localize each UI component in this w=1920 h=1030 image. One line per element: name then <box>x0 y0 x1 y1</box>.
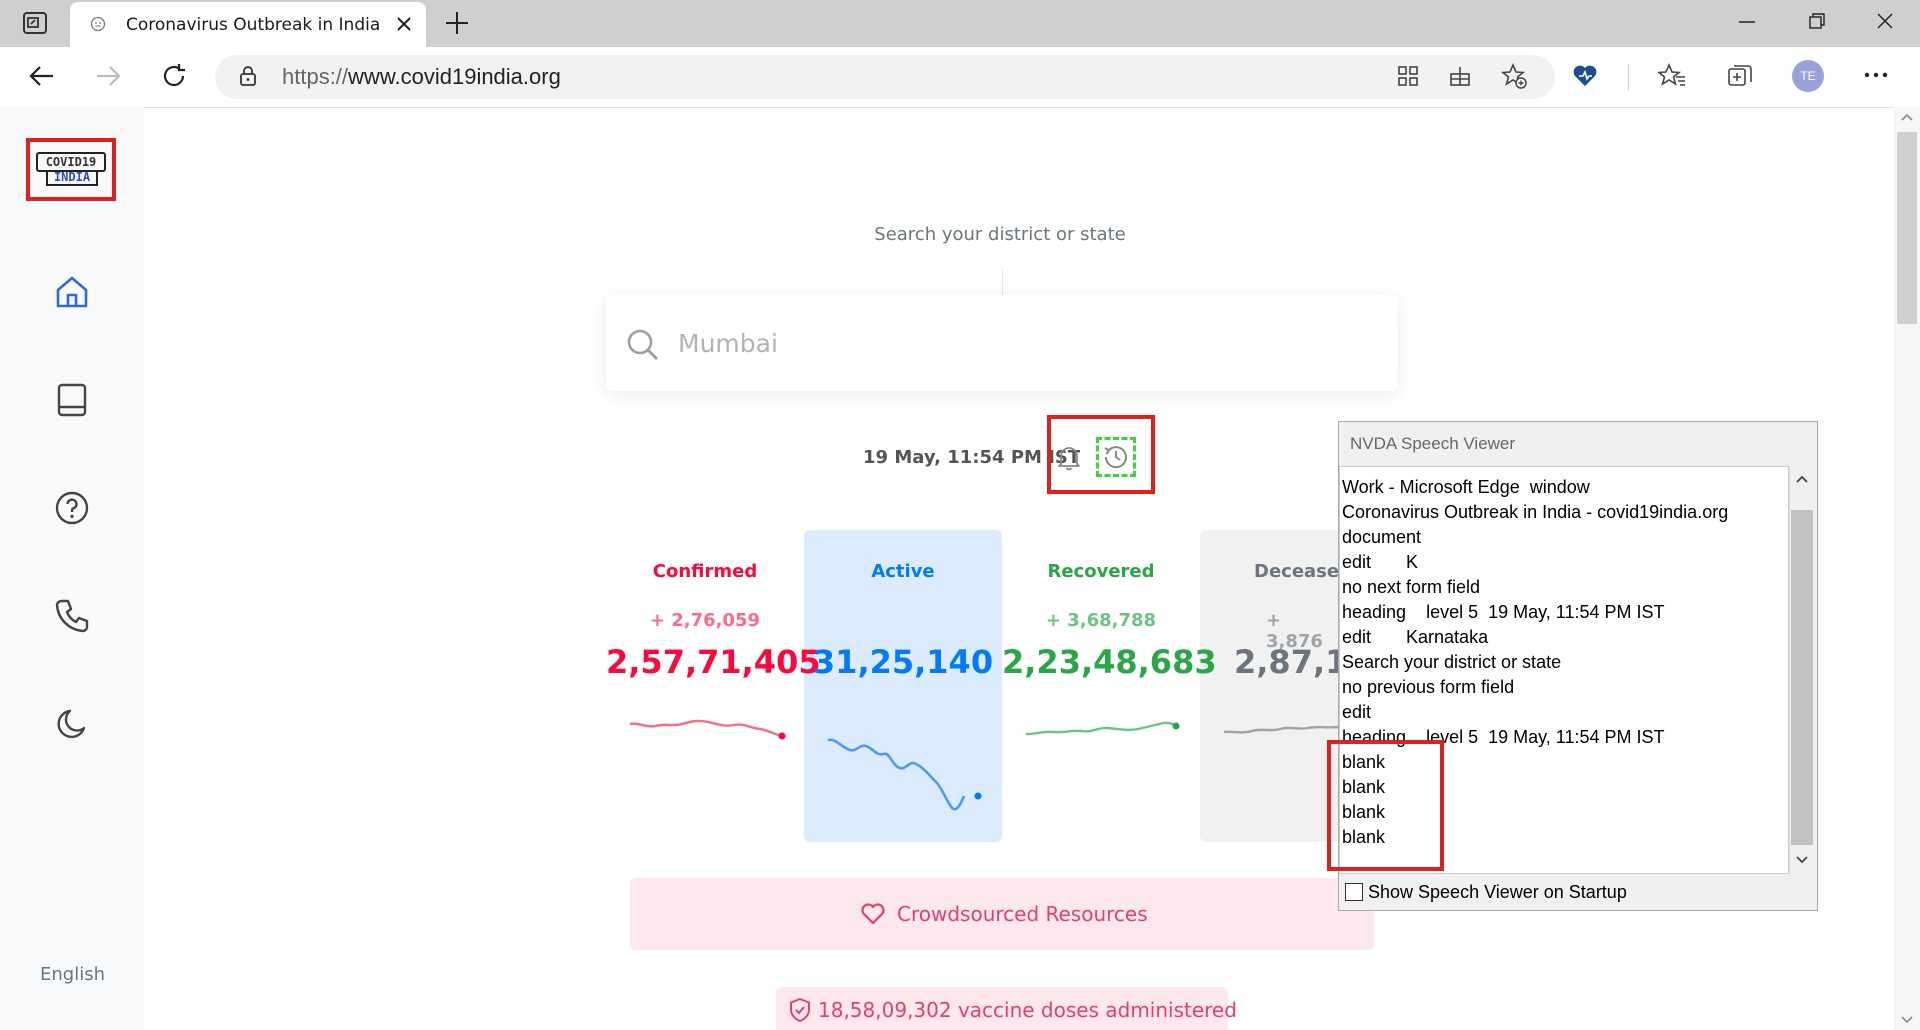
stat-delta-confirmed: + 2,76,059 <box>649 610 761 631</box>
scroll-up-arrow-icon[interactable] <box>1900 112 1914 122</box>
minimize-icon[interactable] <box>1738 20 1756 24</box>
show-on-startup-label: Show Speech Viewer on Startup <box>1368 882 1627 902</box>
nvda-log-line: edit K <box>1342 552 1419 572</box>
lock-icon[interactable] <box>238 65 258 87</box>
sparkline-active <box>826 730 986 820</box>
tab-close-icon[interactable] <box>395 15 413 33</box>
tab-title: Coronavirus Outbreak in India - c <box>126 15 382 35</box>
browser-tab[interactable]: Coronavirus Outbreak in India - c <box>70 2 426 47</box>
dark-mode-moon-icon[interactable] <box>54 706 90 742</box>
language-selector[interactable]: English <box>40 964 105 985</box>
tab-favicon-icon <box>90 16 106 32</box>
url-text[interactable]: https://www.covid19india.org <box>282 64 561 90</box>
page-scrollbar-thumb[interactable] <box>1897 132 1917 324</box>
forward-icon[interactable] <box>94 62 122 90</box>
nvda-log-line: edit Karnataka <box>1342 627 1489 647</box>
nvda-scroll-up-icon[interactable] <box>1795 474 1809 484</box>
stat-value-active: 31,25,140 <box>812 643 994 681</box>
nvda-scroll-down-icon[interactable] <box>1795 855 1809 865</box>
stat-value-deceased: 2,87,15 <box>1234 643 1340 681</box>
sidebar <box>0 107 144 1030</box>
avatar[interactable]: TE <box>1792 60 1824 92</box>
nvda-scrollbar-thumb[interactable] <box>1791 510 1813 845</box>
close-window-icon[interactable] <box>1876 12 1894 30</box>
search-placeholder: Mumbai <box>678 329 778 358</box>
sparkline-recovered <box>1024 710 1184 746</box>
blank-lines-highlight-box <box>1327 740 1444 871</box>
nvda-log-line: no next form field <box>1342 577 1481 597</box>
more-options-icon[interactable] <box>1864 72 1888 78</box>
search-icon <box>626 328 660 362</box>
favorites-icon[interactable] <box>1658 62 1686 90</box>
toolbar-divider <box>1628 64 1629 90</box>
scroll-down-arrow-icon[interactable] <box>1900 1015 1914 1025</box>
timeline-history-icon[interactable] <box>1096 437 1136 477</box>
extensions-icon[interactable] <box>1448 64 1472 88</box>
nvda-log-line: Coronavirus Outbreak in India - covid19i… <box>1342 502 1729 522</box>
sparkline-confirmed <box>628 710 788 746</box>
nvda-log-line: heading level 5 19 May, 11:54 PM IST <box>1342 602 1665 622</box>
url-scheme: https:// <box>282 64 349 89</box>
stat-value-confirmed: 2,57,71,405 <box>606 643 821 681</box>
logo-text-covid: COVID19 <box>45 155 97 169</box>
stat-delta-recovered: + 3,68,788 <box>1045 610 1157 631</box>
sparkline-deceased <box>1222 710 1340 746</box>
search-divider-line <box>1002 270 1003 296</box>
phone-icon[interactable] <box>54 598 90 634</box>
nvda-window-title: NVDA Speech Viewer <box>1350 434 1516 453</box>
book-icon[interactable] <box>54 382 90 418</box>
stat-label-active: Active <box>871 561 935 582</box>
stat-value-recovered: 2,23,48,683 <box>1002 643 1217 681</box>
tab-actions-icon[interactable] <box>22 11 48 35</box>
add-favorite-icon[interactable] <box>1500 62 1528 90</box>
new-tab-icon[interactable] <box>444 10 470 36</box>
stat-label-deceased: Deceased <box>1254 561 1340 582</box>
heart-extension-icon[interactable] <box>1572 64 1598 88</box>
heart-icon <box>860 902 886 926</box>
logo-text-india: INDIA <box>53 170 91 184</box>
home-icon[interactable] <box>54 274 90 310</box>
nvda-log-line: Search your district or state <box>1342 652 1562 672</box>
nvda-log-line: edit <box>1342 702 1372 722</box>
show-on-startup-checkbox[interactable] <box>1345 883 1363 901</box>
help-icon[interactable] <box>54 490 90 526</box>
nvda-log-line: no previous form field <box>1342 677 1515 697</box>
crowdsourced-resources-label: Crowdsourced Resources <box>897 902 1148 926</box>
nvda-log-line: document <box>1342 527 1422 547</box>
site-logo[interactable]: COVID19 INDIA <box>36 152 106 190</box>
stat-label-confirmed: Confirmed <box>652 561 758 582</box>
app-available-icon[interactable] <box>1396 64 1420 88</box>
vaccine-doses-label: 18,58,09,302 vaccine doses administered <box>818 998 1237 1022</box>
refresh-icon[interactable] <box>160 62 188 90</box>
back-icon[interactable] <box>28 62 56 90</box>
restore-icon[interactable] <box>1808 12 1826 30</box>
stat-label-recovered: Recovered <box>1047 561 1155 582</box>
notification-bell-icon[interactable] <box>1057 445 1081 471</box>
collections-icon[interactable] <box>1726 62 1754 90</box>
search-label: Search your district or state <box>874 224 1126 245</box>
shield-check-icon <box>788 997 812 1023</box>
url-domain: www.covid19india.org <box>348 64 561 89</box>
nvda-log-line: Work - Microsoft Edge window <box>1342 477 1590 497</box>
